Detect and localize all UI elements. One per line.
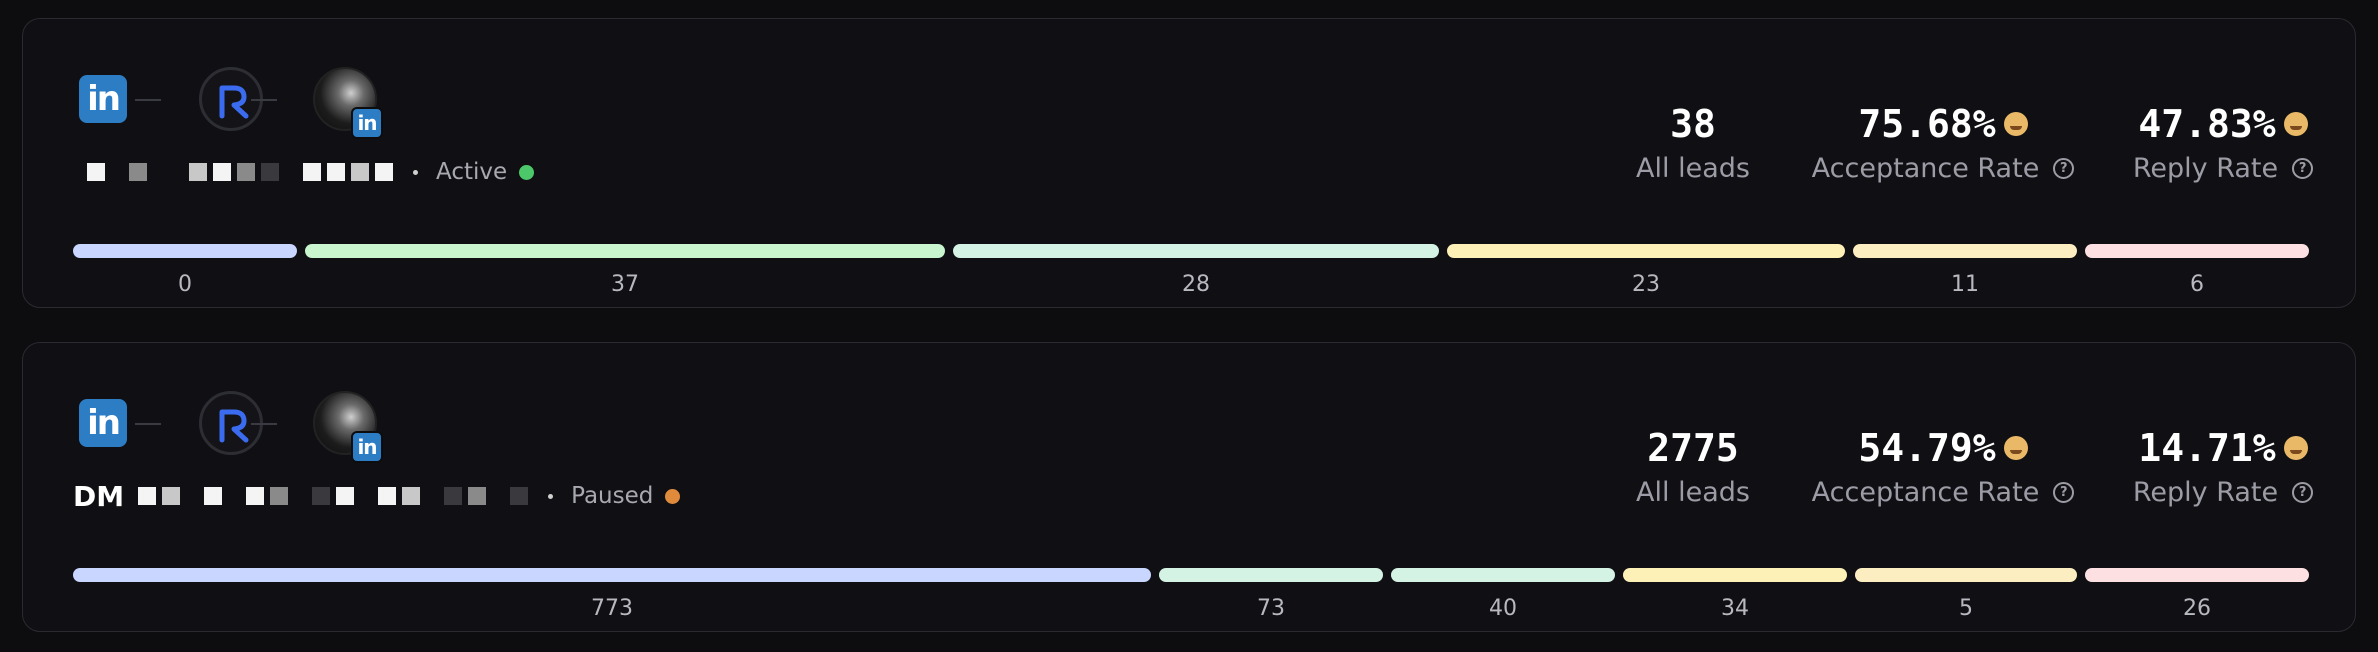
funnel-segment[interactable]: [1159, 568, 1383, 582]
campaign-name-row: DM Paused: [73, 478, 681, 514]
campaign-name-row: Active: [73, 154, 535, 190]
metric-acceptance-rate: 75.68% Acceptance Rate?: [1793, 101, 2093, 184]
campaign-card[interactable]: in in DM Paused 2775 All leads 54.79% Ac…: [22, 342, 2356, 632]
acceptance-rate-value: 75.68%: [1858, 102, 1996, 146]
status-indicator: [519, 164, 535, 180]
funnel-segment[interactable]: [2085, 244, 2309, 258]
funnel-segment[interactable]: [2085, 568, 2309, 582]
funnel-segment-count: 6: [2190, 272, 2204, 297]
linkedin-badge-icon: in: [351, 107, 383, 139]
funnel-segment-count: 26: [2183, 596, 2211, 621]
funnel-segment[interactable]: [73, 244, 297, 258]
linkedin-icon: in: [79, 75, 127, 123]
reply-rate-label: Reply Rate: [2132, 477, 2279, 508]
metric-all-leads: 38 All leads: [1613, 101, 1773, 184]
funnel-segment[interactable]: [953, 244, 1439, 258]
reply-rate-value: 14.71%: [2138, 426, 2276, 470]
reply-rate-value: 47.83%: [2138, 102, 2276, 146]
campaign-channel-icons: in in: [79, 67, 383, 139]
connector-line: [251, 99, 277, 101]
metric-acceptance-rate: 54.79% Acceptance Rate?: [1793, 425, 2093, 508]
funnel-segment-count: 773: [591, 596, 633, 621]
help-icon[interactable]: ?: [2292, 158, 2314, 179]
all-leads-label: All leads: [1636, 477, 1750, 508]
metric-all-leads: 2775 All leads: [1613, 425, 1773, 508]
star-struck-emoji-icon: [2003, 112, 2028, 136]
status-label: Active: [436, 159, 508, 185]
funnel-bar: 0 37 28 23 11 6: [73, 244, 2309, 304]
metric-reply-rate: 47.83% Reply Rate?: [2113, 101, 2333, 184]
all-leads-value: 38: [1670, 102, 1716, 146]
linkedin-icon: in: [79, 399, 127, 447]
acceptance-rate-label: Acceptance Rate: [1811, 477, 2040, 508]
funnel-segment[interactable]: [305, 244, 945, 258]
funnel-segment-count: 40: [1489, 596, 1517, 621]
campaign-card[interactable]: in in Active 38 All leads 75.68% Accepta…: [22, 18, 2356, 308]
status-label: Paused: [571, 483, 654, 509]
campaign-channel-icons: in in: [79, 391, 383, 463]
star-struck-emoji-icon: [2003, 436, 2028, 460]
funnel-segment-count: 5: [1959, 596, 1973, 621]
all-leads-label: All leads: [1636, 153, 1750, 184]
funnel-segment-count: 11: [1951, 272, 1979, 297]
all-leads-value: 2775: [1647, 426, 1739, 470]
funnel-segment-count: 28: [1182, 272, 1210, 297]
metric-reply-rate: 14.71% Reply Rate?: [2113, 425, 2333, 508]
funnel-segment[interactable]: [1853, 244, 2077, 258]
funnel-segment-count: 23: [1632, 272, 1660, 297]
status-indicator: [665, 488, 681, 504]
connector-line: [251, 423, 277, 425]
funnel-segment-count: 0: [178, 272, 192, 297]
reply-rate-label: Reply Rate: [2132, 153, 2279, 184]
funnel-segment[interactable]: [1623, 568, 1847, 582]
help-icon[interactable]: ?: [2053, 158, 2075, 179]
funnel-segment[interactable]: [1447, 244, 1845, 258]
acceptance-rate-value: 54.79%: [1858, 426, 1996, 470]
connector-line: [135, 99, 161, 101]
funnel-segment-count: 37: [611, 272, 639, 297]
separator-dot: [413, 169, 418, 175]
funnel-bar: 773 73 40 34 5 26: [73, 568, 2309, 628]
campaign-name-redacted: [87, 163, 399, 181]
funnel-segment[interactable]: [1855, 568, 2077, 582]
campaign-name-redacted: [138, 487, 534, 505]
campaign-name-prefix: DM: [73, 479, 125, 513]
funnel-segment-count: 73: [1257, 596, 1285, 621]
star-struck-emoji-icon: [2283, 112, 2308, 136]
slightly-smiling-emoji-icon: [2283, 436, 2308, 460]
funnel-segment[interactable]: [73, 568, 1151, 582]
connector-line: [135, 423, 161, 425]
separator-dot: [548, 493, 554, 499]
acceptance-rate-label: Acceptance Rate: [1811, 153, 2040, 184]
funnel-segment-count: 34: [1721, 596, 1749, 621]
help-icon[interactable]: ?: [2292, 482, 2314, 503]
funnel-segment[interactable]: [1391, 568, 1615, 582]
linkedin-badge-icon: in: [351, 431, 383, 463]
help-icon[interactable]: ?: [2053, 482, 2075, 503]
